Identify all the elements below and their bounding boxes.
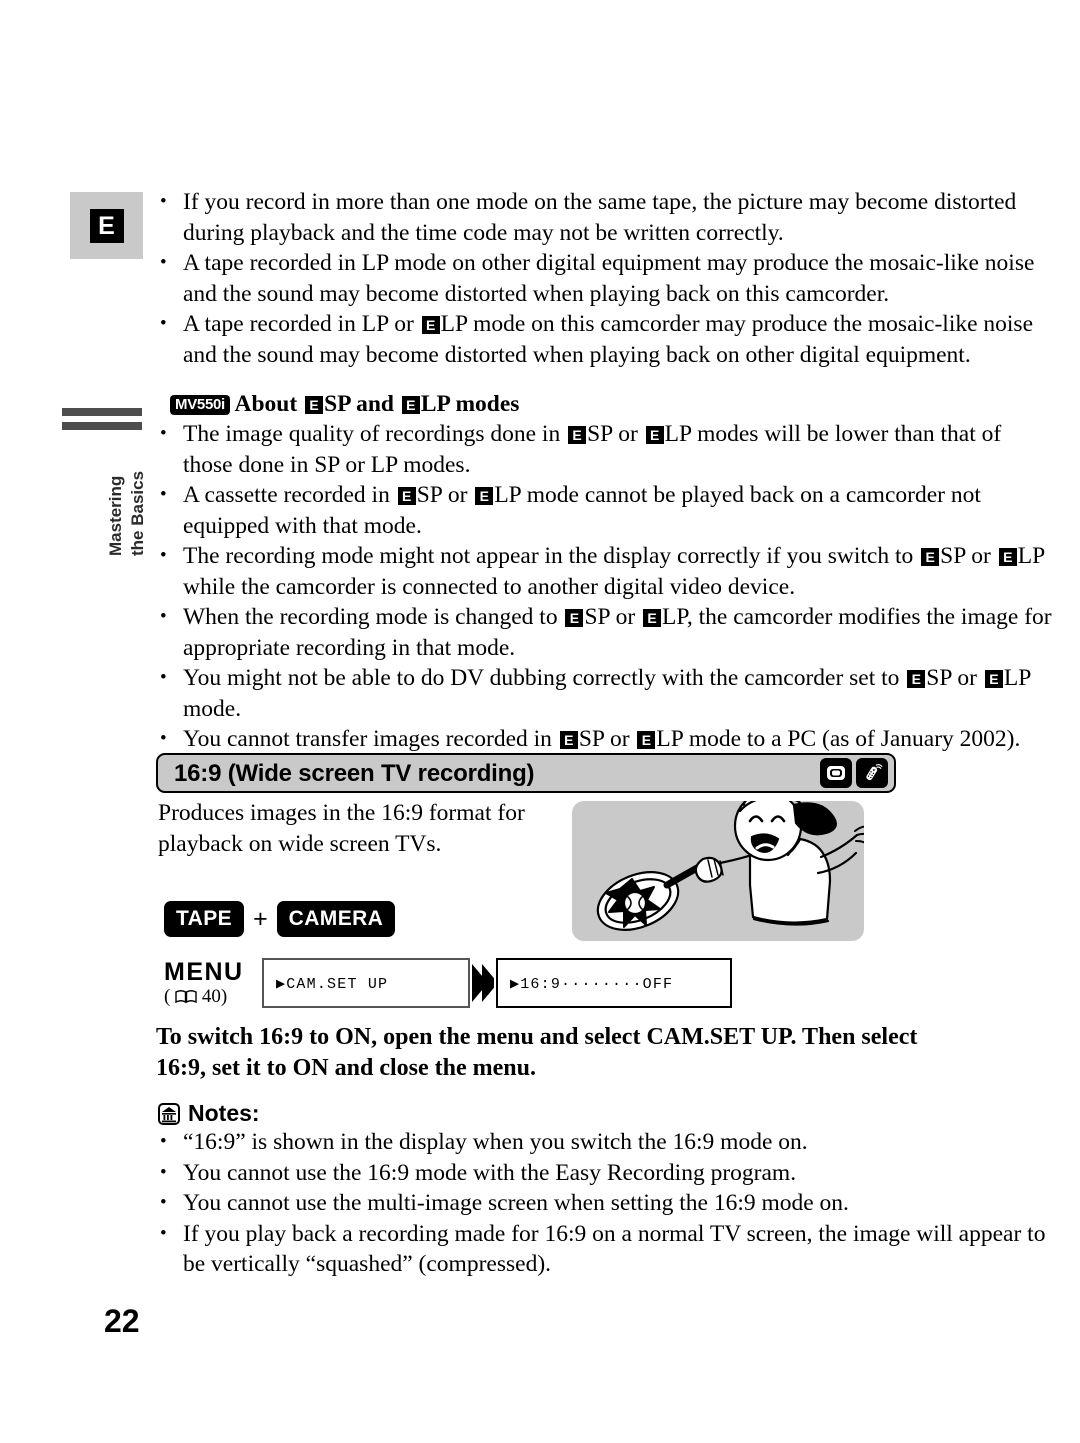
e-mode-chip-icon: E	[921, 548, 940, 566]
top-notes-list: If you record in more than one mode on t…	[156, 187, 1056, 370]
section-title: 16:9 (Wide screen TV recording)	[174, 760, 535, 787]
subsection-notes-block: The image quality of recordings done in …	[156, 419, 1056, 755]
plus-sign: +	[253, 904, 268, 933]
e-mode-chip-icon: E	[637, 731, 656, 749]
menu-ref-open: (	[164, 986, 171, 1007]
language-marker-chip: E	[89, 208, 124, 243]
mode-buttons-row: TAPE + CAMERA	[164, 901, 396, 937]
section-mode-icons	[820, 758, 888, 788]
menu-label: MENU	[164, 958, 244, 986]
list-item: You cannot use the multi-image screen wh…	[156, 1188, 1046, 1219]
e-mode-chip-icon: E	[565, 609, 584, 627]
list-item: A tape recorded in LP mode on other digi…	[156, 248, 1056, 309]
subsection-heading: MV550i About E SP and E LP modes	[170, 390, 519, 418]
menu-ref-close: )	[220, 986, 228, 1007]
notes-heading-label: Notes:	[188, 1100, 260, 1126]
language-marker-block: E	[70, 192, 143, 259]
subsection-heading-lp: LP modes	[420, 391, 520, 417]
subsection-heading-sp: SP and	[324, 391, 394, 417]
chevron-right-icon	[470, 962, 498, 1004]
book-icon	[175, 990, 197, 1004]
e-mode-chip-icon: E	[559, 731, 578, 749]
side-tab-text: Mastering the Basics	[62, 438, 158, 558]
notes-block: “16:9” is shown in the display when you …	[156, 1127, 1046, 1280]
remote-control-icon	[856, 758, 888, 788]
subsection-notes-list: The image quality of recordings done in …	[156, 419, 1056, 755]
list-item: You cannot use the 16:9 mode with the Ea…	[156, 1158, 1046, 1189]
notes-heading: Notes:	[158, 1100, 260, 1127]
notes-list: “16:9” is shown in the display when you …	[156, 1127, 1046, 1280]
list-item: A cassette recorded in ESP or ELP mode c…	[156, 480, 1056, 541]
page-number: 22	[104, 1303, 140, 1339]
camera-mode-button[interactable]: CAMERA	[276, 901, 396, 937]
list-item: A tape recorded in LP or ELP mode on thi…	[156, 309, 1056, 370]
menu-ref-page: 40	[201, 986, 221, 1007]
e-mode-chip-icon: E	[907, 670, 926, 688]
e-mode-chip-icon: E	[568, 426, 587, 444]
e-mode-chip-icon: E	[475, 487, 494, 505]
list-item: When the recording mode is changed to ES…	[156, 602, 1056, 663]
e-mode-chip-icon: E	[984, 670, 1003, 688]
e-mode-chip-icon: E	[998, 548, 1017, 566]
list-item: If you play back a recording made for 16…	[156, 1219, 1046, 1280]
menu-step-1[interactable]: ▶CAM.SET UP	[262, 958, 470, 1008]
list-item: You might not be able to do DV dubbing c…	[156, 663, 1056, 724]
subsection-heading-about: About	[234, 391, 298, 417]
model-badge: MV550i	[170, 395, 230, 415]
side-tab-line-2: the Basics	[128, 470, 147, 556]
e-mode-chip-icon: E	[305, 396, 324, 414]
section-header-bar: 16:9 (Wide screen TV recording)	[156, 753, 896, 793]
e-mode-chip-icon: E	[421, 316, 440, 334]
list-item: “16:9” is shown in the display when you …	[156, 1127, 1046, 1158]
list-item: You cannot transfer images recorded in E…	[156, 724, 1056, 755]
notes-icon	[158, 1102, 180, 1125]
menu-page-reference: ( 40)	[164, 986, 227, 1008]
e-mode-chip-icon: E	[397, 487, 416, 505]
side-tab-mastering-the-basics: Mastering the Basics	[62, 408, 158, 558]
side-tab-rule-1	[62, 408, 142, 416]
list-item: The image quality of recordings done in …	[156, 419, 1056, 480]
list-item: If you record in more than one mode on t…	[156, 187, 1056, 248]
menu-step-2[interactable]: ▶16:9········OFF	[496, 958, 732, 1008]
girl-playing-tennis-illustration	[572, 801, 864, 941]
e-mode-chip-icon: E	[401, 396, 420, 414]
side-tab-line-1: Mastering	[106, 475, 125, 556]
section-intro-text: Produces images in the 16:9 format for p…	[158, 800, 525, 857]
tape-mode-button[interactable]: TAPE	[164, 901, 245, 937]
instruction-text: To switch 16:9 to ON, open the menu and …	[156, 1024, 918, 1081]
camcorder-icon	[820, 758, 852, 788]
e-mode-chip-icon: E	[643, 609, 662, 627]
list-item: The recording mode might not appear in t…	[156, 541, 1056, 602]
top-notes-block: If you record in more than one mode on t…	[156, 187, 1056, 370]
side-tab-rule-2	[62, 422, 142, 430]
e-mode-chip-icon: E	[645, 426, 664, 444]
